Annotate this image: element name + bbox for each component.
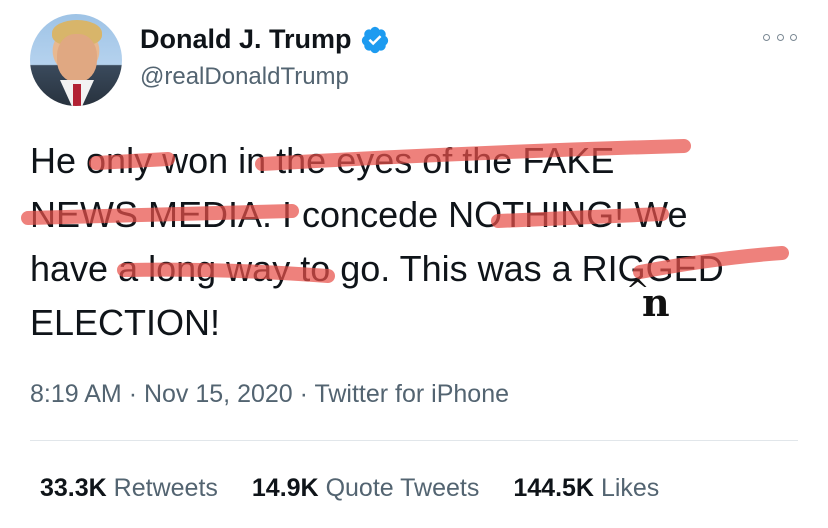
tweet-meta: 8:19 AM · Nov 15, 2020 · Twitter for iPh… (30, 380, 509, 409)
meta-separator: · (128, 380, 138, 408)
more-options-icon[interactable] (763, 30, 797, 44)
tweet-card: Donald J. Trump @realDonaldTrump He only… (0, 0, 828, 528)
text-segment: He (30, 140, 87, 181)
likes-label: Likes (600, 474, 660, 502)
text-segment: have (30, 248, 109, 289)
tweet-text: He only won in the eyes of the FAKE NEWS… (30, 134, 810, 350)
divider (30, 440, 798, 441)
tweet-date[interactable]: Nov 15, 2020 (144, 380, 293, 408)
highlighted-phrase-eyes: in the eyes of the FAKE (228, 140, 615, 181)
quote-tweets-label: Quote Tweets (325, 474, 480, 502)
tweet-line: He only won in the eyes of the FAKE (30, 134, 810, 188)
tweet-time[interactable]: 8:19 AM (30, 380, 122, 408)
text-segment: ! We (614, 194, 688, 235)
author-display-name[interactable]: Donald J. Trump (140, 24, 390, 55)
more-dot (763, 33, 770, 41)
highlighted-phrase-nothing: NOTHING (448, 194, 615, 235)
text-segment: . I concede (262, 194, 449, 235)
more-dot (790, 33, 797, 41)
avatar-face (57, 34, 97, 82)
highlighted-phrase-news-media: NEWS MEDIA (30, 194, 263, 235)
quote-tweets-stat[interactable]: 14.9K Quote Tweets (252, 474, 479, 503)
verified-badge-icon (361, 26, 388, 53)
highlighted-phrase-only: only (86, 140, 153, 181)
avatar[interactable] (30, 14, 122, 106)
tweet-line: NEWS MEDIA. I concede NOTHING! We (30, 188, 810, 242)
tweet-line: have a long way to go. This was a RIGGED (30, 242, 810, 296)
text-segment: to go. This was a (290, 248, 572, 289)
retweets-count: 33.3K (40, 474, 107, 502)
meta-separator: · (299, 380, 308, 408)
text-segment: ELECTION! (30, 302, 221, 343)
display-name-text: Donald J. Trump (140, 24, 352, 54)
engagement-stats: 33.3K Retweets 14.9K Quote Tweets 144.5K… (40, 474, 659, 503)
text-segment: won (152, 140, 229, 181)
author-handle[interactable]: @realDonaldTrump (140, 63, 349, 91)
likes-stat[interactable]: 144.5K Likes (513, 474, 659, 503)
tweet-source[interactable]: Twitter for iPhone (314, 380, 509, 408)
retweets-stat[interactable]: 33.3K Retweets (40, 474, 218, 503)
tweet-line: ELECTION! (30, 296, 810, 350)
more-dot (776, 33, 784, 41)
highlighted-phrase-long-way: a long way (108, 248, 291, 289)
retweets-label: Retweets (113, 474, 218, 502)
likes-count: 144.5K (513, 474, 594, 502)
avatar-tie (73, 84, 81, 106)
quote-tweets-count: 14.9K (251, 474, 319, 502)
inserted-letter: n (642, 280, 670, 325)
